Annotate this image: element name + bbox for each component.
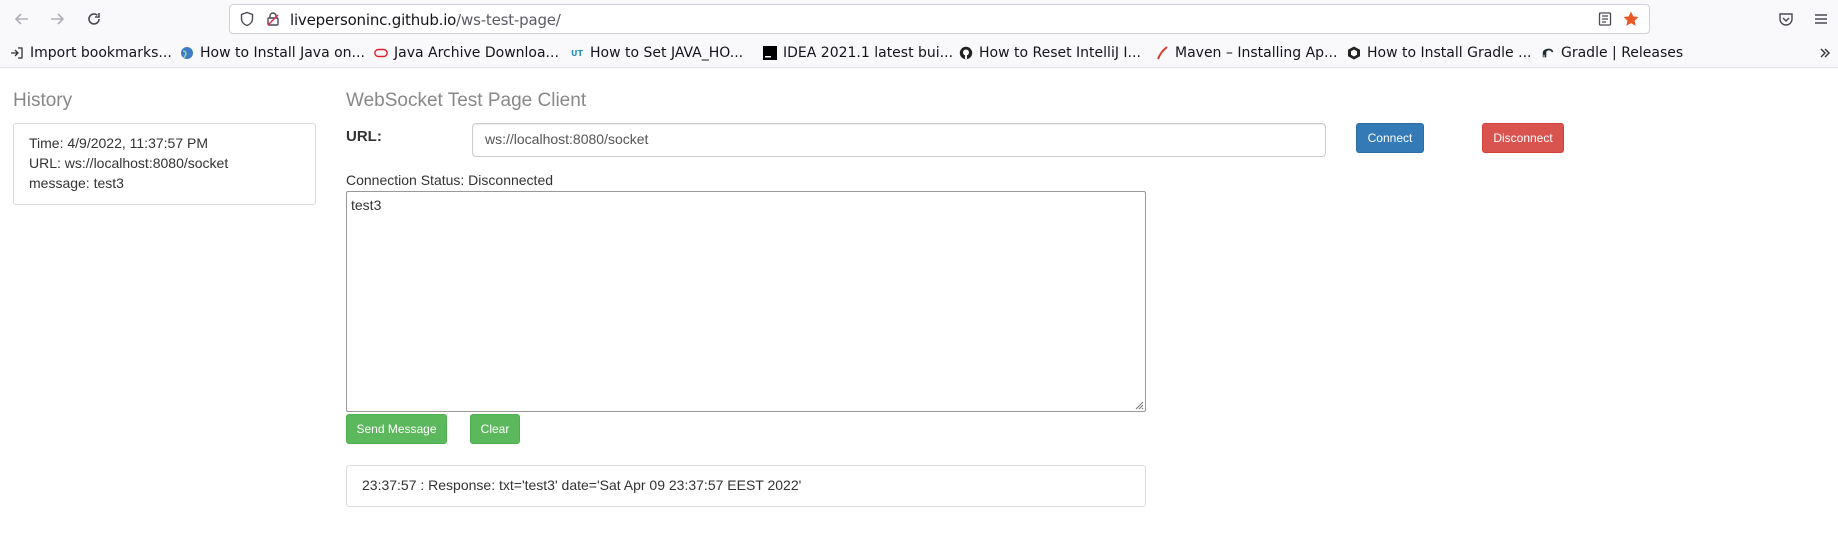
pocket-icon[interactable] [1773,6,1799,32]
url-label: URL: [346,128,382,145]
feather-icon [1155,46,1169,60]
response-text: 23:37:57 : Response: txt='test3' date='S… [362,477,802,493]
bookmark-item[interactable]: UT How to Set JAVA_HO... [570,44,743,62]
reload-icon[interactable] [81,6,107,32]
bookmark-label: Gradle | Releases [1561,45,1684,61]
bookmark-item[interactable]: Gradle | Releases [1541,44,1683,62]
bookmark-item[interactable]: Java Archive Downloa... [374,44,559,62]
connection-status: Connection Status: Disconnected [346,172,554,188]
disconnect-button[interactable]: Disconnect [1482,123,1564,153]
url-text[interactable]: livepersoninc.github.io/ws-test-page/ [290,11,561,29]
history-time: Time: 4/9/2022, 11:37:57 PM [29,135,208,151]
back-icon[interactable] [9,6,35,32]
jetbrains-icon [763,46,777,60]
bookmark-item[interactable]: How to Reset IntelliJ I... [959,44,1141,62]
import-icon [10,46,24,60]
resize-grip-icon[interactable] [1134,400,1144,410]
bookmark-label: Import bookmarks... [30,45,172,61]
connect-button[interactable]: Connect [1356,123,1424,153]
url-host: livepersoninc.github.io [290,11,457,29]
message-textarea[interactable]: test3 [346,191,1146,412]
message-text: test3 [351,197,382,213]
menu-icon[interactable] [1808,6,1834,32]
browser-toolbar: livepersoninc.github.io/ws-test-page/ [0,0,1838,37]
send-message-button[interactable]: Send Message [346,414,447,444]
bookmark-item[interactable]: IDEA 2021.1 latest bui... [763,44,953,62]
bookmark-item[interactable]: How to Install Gradle ... [1347,44,1531,62]
github-icon [959,46,973,60]
oracle-icon [374,46,388,60]
url-input[interactable]: ws://localhost:8080/socket [472,123,1326,157]
address-bar[interactable]: livepersoninc.github.io/ws-test-page/ [229,4,1650,34]
forward-icon[interactable] [44,6,70,32]
lock-icon[interactable] [265,11,281,32]
reader-view-icon[interactable] [1597,11,1613,32]
bookmark-item[interactable]: How to Install Java on... [180,44,365,62]
bookmark-label: How to Reset IntelliJ I... [979,45,1141,61]
bookmark-label: How to Install Gradle ... [1367,45,1532,61]
bookmark-label: How to Install Java on... [200,45,365,61]
globe-icon [180,46,194,60]
bookmark-label: Maven – Installing Ap... [1175,45,1338,61]
history-title: History [13,90,73,111]
clear-button[interactable]: Clear [470,414,520,444]
url-path: /ws-test-page/ [456,11,561,29]
history-message: message: test3 [29,175,124,191]
bookmark-item[interactable]: Import bookmarks... [10,44,172,62]
shield-icon[interactable] [239,11,255,32]
bookmark-star-icon[interactable] [1622,10,1640,33]
bookmarks-toolbar: Import bookmarks... How to Install Java … [0,37,1838,68]
response-entry: 23:37:57 : Response: txt='test3' date='S… [346,465,1146,507]
chevron-right-icon[interactable] [1812,40,1838,66]
ut-icon: UT [571,48,583,58]
bookmark-item[interactable]: Maven – Installing Ap... [1155,44,1337,62]
hexagon-icon [1347,46,1361,60]
history-entry[interactable]: Time: 4/9/2022, 11:37:57 PM URL: ws://lo… [13,123,316,205]
bookmark-label: IDEA 2021.1 latest bui... [783,45,954,61]
bookmark-label: How to Set JAVA_HO... [590,45,744,61]
client-title: WebSocket Test Page Client [346,90,587,111]
elephant-icon [1541,46,1555,60]
bookmark-label: Java Archive Downloa... [394,45,559,61]
history-url: URL: ws://localhost:8080/socket [29,155,229,171]
